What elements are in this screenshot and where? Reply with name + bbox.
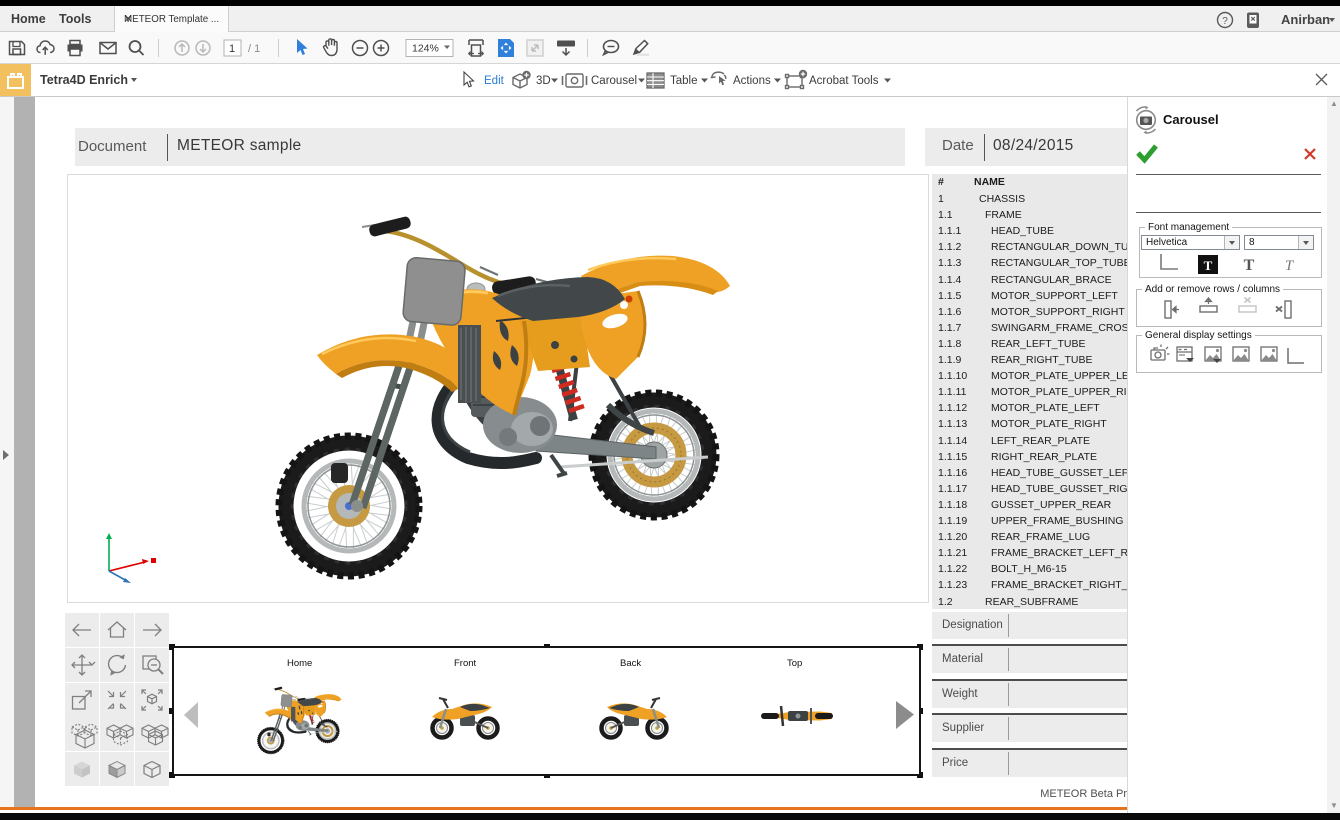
svg-text:Edit: Edit (484, 75, 505, 87)
svg-text:Table: Table (670, 75, 698, 87)
svg-text:1: 1 (229, 43, 235, 55)
svg-text:124%: 124% (412, 43, 439, 55)
svg-text:Actions: Actions (733, 75, 771, 87)
svg-text:3D: 3D (536, 75, 551, 87)
svg-text:Acrobat Tools: Acrobat Tools (809, 75, 879, 87)
svg-text:?: ? (1222, 16, 1228, 27)
svg-text:Carousel: Carousel (591, 75, 637, 87)
svg-text:/ 1: / 1 (248, 43, 260, 55)
